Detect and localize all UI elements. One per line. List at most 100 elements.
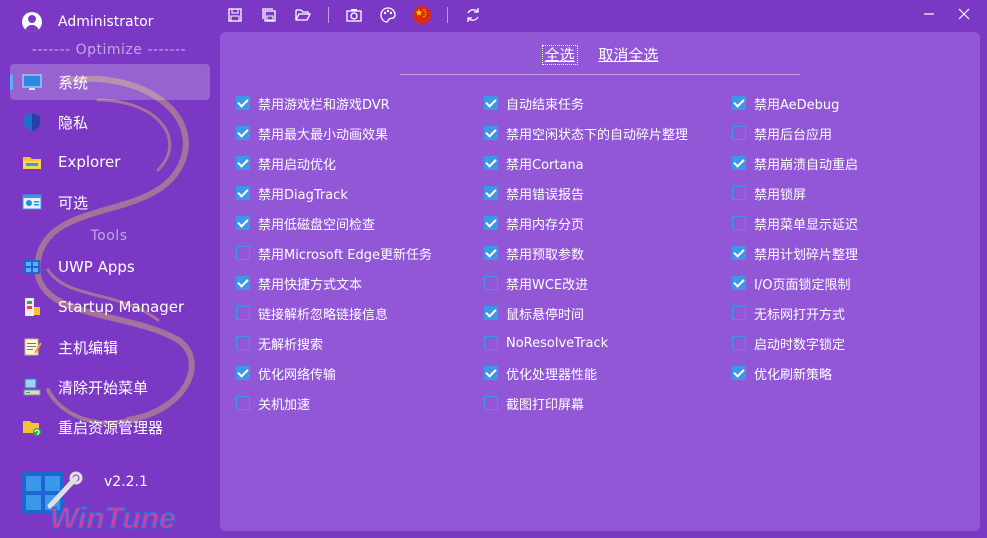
- nav-label: Startup Manager: [58, 298, 185, 316]
- option-item[interactable]: 禁用启动优化: [236, 148, 432, 178]
- folder-icon: [23, 157, 41, 169]
- option-item[interactable]: 鼠标悬停时间: [484, 298, 688, 328]
- deselect-all-link[interactable]: 取消全选: [598, 46, 658, 64]
- checkbox-checked[interactable]: [484, 186, 498, 200]
- checkbox-unchecked[interactable]: [236, 306, 250, 320]
- checkbox-unchecked[interactable]: [732, 336, 746, 350]
- option-item[interactable]: 禁用低磁盘空间检查: [236, 208, 432, 238]
- option-item[interactable]: 无标网打开方式: [732, 298, 858, 328]
- checkbox-checked[interactable]: [236, 216, 250, 230]
- user-avatar-icon: [22, 12, 42, 32]
- option-item[interactable]: 禁用WCE改进: [484, 268, 688, 298]
- option-label: 禁用后台应用: [754, 127, 833, 143]
- option-item[interactable]: 禁用Cortana: [484, 148, 688, 178]
- checkbox-unchecked[interactable]: [732, 306, 746, 320]
- option-item[interactable]: 禁用计划碎片整理: [732, 238, 858, 268]
- option-item[interactable]: 链接解析忽略链接信息: [236, 298, 432, 328]
- option-item[interactable]: 禁用内存分页: [484, 208, 688, 238]
- checkbox-checked[interactable]: [484, 156, 498, 170]
- option-item[interactable]: 禁用Microsoft Edge更新任务: [236, 238, 432, 268]
- checkbox-checked[interactable]: [732, 246, 746, 260]
- option-item[interactable]: 关机加速: [236, 388, 432, 418]
- checkbox-checked[interactable]: [236, 96, 250, 110]
- option-label: 禁用计划碎片整理: [754, 247, 859, 263]
- nav-item-privacy[interactable]: 隐私: [10, 104, 210, 140]
- theme-button[interactable]: [379, 6, 397, 24]
- nav-item-clear-start-menu[interactable]: 清除开始菜单: [10, 369, 210, 405]
- nav-label: 可选: [58, 193, 89, 212]
- nav-item-optional[interactable]: 可选: [10, 184, 210, 220]
- checkbox-unchecked[interactable]: [732, 126, 746, 140]
- option-item[interactable]: 禁用预取参数: [484, 238, 688, 268]
- checkbox-unchecked[interactable]: [732, 186, 746, 200]
- checkbox-unchecked[interactable]: [732, 216, 746, 230]
- option-item[interactable]: 禁用DiagTrack: [236, 178, 432, 208]
- screenshot-button[interactable]: [345, 6, 363, 24]
- checkbox-unchecked[interactable]: [236, 396, 250, 410]
- checkbox-checked[interactable]: [484, 366, 498, 380]
- option-item[interactable]: I/O页面锁定限制: [732, 268, 858, 298]
- save-icon: [228, 8, 242, 22]
- checkbox-checked[interactable]: [236, 156, 250, 170]
- option-item[interactable]: 优化刷新策略: [732, 358, 858, 388]
- refresh-button[interactable]: [464, 6, 482, 24]
- open-folder-button[interactable]: [294, 6, 312, 24]
- nav-item-startup-manager[interactable]: Startup Manager: [10, 289, 210, 325]
- nav-item-explorer[interactable]: Explorer: [10, 144, 210, 180]
- nav-item-uwp-apps[interactable]: UWP Apps: [10, 249, 210, 285]
- nav-item-hosts-editor[interactable]: 主机编辑: [10, 329, 210, 365]
- close-button[interactable]: [953, 4, 975, 24]
- option-item[interactable]: 禁用菜单显示延迟: [732, 208, 858, 238]
- option-item[interactable]: 禁用崩溃自动重启: [732, 148, 858, 178]
- checkbox-checked[interactable]: [236, 186, 250, 200]
- option-label: 启动时数字锁定: [754, 337, 846, 353]
- checkbox-checked[interactable]: [732, 156, 746, 170]
- checkbox-unchecked[interactable]: [236, 336, 250, 350]
- save-button[interactable]: [226, 6, 244, 24]
- checkbox-checked[interactable]: [236, 366, 250, 380]
- checkbox-checked[interactable]: [484, 216, 498, 230]
- save-all-button[interactable]: [260, 6, 278, 24]
- nav-item-system[interactable]: 系统: [10, 64, 210, 100]
- checkbox-checked[interactable]: [484, 306, 498, 320]
- option-item[interactable]: 禁用错误报告: [484, 178, 688, 208]
- checkbox-unchecked[interactable]: [484, 276, 498, 290]
- checkbox-checked[interactable]: [732, 96, 746, 110]
- option-item[interactable]: 截图打印屏幕: [484, 388, 688, 418]
- checkbox-checked[interactable]: [236, 276, 250, 290]
- option-item[interactable]: 禁用AeDebug: [732, 88, 858, 118]
- minimize-icon: [924, 13, 934, 15]
- checkbox-unchecked[interactable]: [236, 246, 250, 260]
- option-item[interactable]: 禁用后台应用: [732, 118, 858, 148]
- option-label: 禁用预取参数: [506, 247, 585, 263]
- option-item[interactable]: 优化网络传输: [236, 358, 432, 388]
- user-account[interactable]: Administrator: [22, 10, 153, 34]
- option-item[interactable]: 禁用锁屏: [732, 178, 858, 208]
- checkbox-checked[interactable]: [236, 126, 250, 140]
- option-item[interactable]: 优化处理器性能: [484, 358, 688, 388]
- checkbox-checked[interactable]: [484, 246, 498, 260]
- option-item[interactable]: 禁用空闲状态下的自动碎片整理: [484, 118, 688, 148]
- option-label: 禁用错误报告: [506, 187, 585, 203]
- option-label: 禁用WCE改进: [506, 277, 589, 293]
- checkbox-unchecked[interactable]: [484, 336, 498, 350]
- option-item[interactable]: 禁用最大最小动画效果: [236, 118, 432, 148]
- option-item[interactable]: 禁用游戏栏和游戏DVR: [236, 88, 432, 118]
- startup-icon: [25, 298, 40, 316]
- option-item[interactable]: 启动时数字锁定: [732, 328, 858, 358]
- option-item[interactable]: 无解析搜索: [236, 328, 432, 358]
- checkbox-checked[interactable]: [732, 366, 746, 380]
- nav-item-restart-explorer[interactable]: 重启资源管理器: [10, 409, 210, 445]
- select-all-link[interactable]: 全选: [541, 45, 578, 65]
- checkbox-unchecked[interactable]: [484, 396, 498, 410]
- nav-label: 系统: [58, 73, 89, 92]
- options-column-2: 自动结束任务 禁用空闲状态下的自动碎片整理 禁用Cortana 禁用错误报告禁用内存分…: [484, 88, 688, 418]
- language-button[interactable]: [413, 6, 431, 24]
- checkbox-checked[interactable]: [484, 96, 498, 110]
- minimize-button[interactable]: [918, 4, 940, 24]
- checkbox-checked[interactable]: [732, 276, 746, 290]
- option-item[interactable]: NoResolveTrack: [484, 328, 688, 358]
- option-item[interactable]: 自动结束任务: [484, 88, 688, 118]
- option-item[interactable]: 禁用快捷方式文本: [236, 268, 432, 298]
- checkbox-checked[interactable]: [484, 126, 498, 140]
